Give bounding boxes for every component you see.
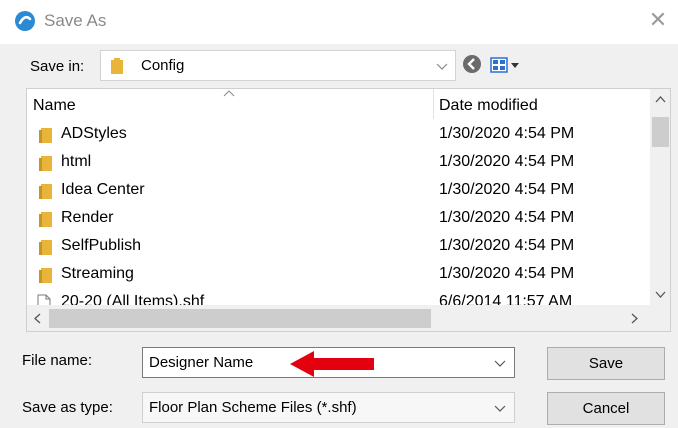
file-date: 1/30/2020 4:54 PM	[439, 237, 575, 254]
list-item[interactable]: Render 1/30/2020 4:54 PM	[27, 204, 647, 232]
file-name: ADStyles	[61, 125, 127, 142]
folder-icon	[39, 212, 52, 227]
file-list[interactable]: Name Date modified ADStyles 1/30/2020 4:…	[26, 88, 671, 332]
folder-icon	[39, 128, 52, 143]
folder-icon	[111, 58, 123, 74]
title-bar: Save As ✕	[0, 0, 678, 44]
list-item[interactable]: Idea Center 1/30/2020 4:54 PM	[27, 176, 647, 204]
chevron-down-icon	[494, 405, 506, 412]
sort-ascending-icon	[223, 90, 235, 97]
folder-icon	[39, 156, 52, 171]
column-separator[interactable]	[433, 89, 434, 119]
vertical-scroll-thumb[interactable]	[652, 117, 669, 147]
file-date: 1/30/2020 4:54 PM	[439, 125, 575, 142]
list-item[interactable]: ADStyles 1/30/2020 4:54 PM	[27, 120, 647, 148]
save-button[interactable]: Save	[547, 347, 665, 380]
column-header-name[interactable]: Name	[33, 97, 76, 115]
file-name-value: Designer Name	[149, 354, 254, 371]
view-menu-icon[interactable]	[490, 56, 526, 74]
scroll-right-icon[interactable]	[631, 313, 639, 324]
file-name-label: File name:	[22, 352, 93, 369]
save-in-dropdown[interactable]: Config	[100, 50, 456, 81]
vertical-scrollbar[interactable]	[650, 89, 670, 305]
column-header-date[interactable]: Date modified	[439, 97, 538, 115]
cancel-button[interactable]: Cancel	[547, 392, 665, 425]
scroll-up-icon[interactable]	[655, 95, 666, 103]
file-date: 1/30/2020 4:54 PM	[439, 153, 575, 170]
folder-icon	[39, 240, 52, 255]
folder-icon	[39, 268, 52, 283]
window-title: Save As	[44, 11, 107, 30]
app-logo-icon	[15, 11, 35, 31]
file-name: Streaming	[61, 265, 134, 282]
save-as-type-dropdown[interactable]: Floor Plan Scheme Files (*.shf)	[142, 392, 515, 423]
file-date: 1/30/2020 4:54 PM	[439, 265, 575, 282]
back-icon[interactable]	[462, 54, 482, 74]
save-as-type-value: Floor Plan Scheme Files (*.shf)	[149, 399, 357, 416]
list-item[interactable]: SelfPublish 1/30/2020 4:54 PM	[27, 232, 647, 260]
save-in-label: Save in:	[30, 58, 85, 75]
list-item[interactable]: Streaming 1/30/2020 4:54 PM	[27, 260, 647, 288]
save-as-type-label: Save as type:	[22, 399, 113, 416]
save-in-value: Config	[141, 57, 185, 74]
red-arrow-annotation	[290, 351, 374, 377]
file-date: 1/30/2020 4:54 PM	[439, 209, 575, 226]
scroll-down-icon[interactable]	[655, 291, 666, 299]
file-date: 1/30/2020 4:54 PM	[439, 181, 575, 198]
list-item[interactable]: html 1/30/2020 4:54 PM	[27, 148, 647, 176]
chevron-down-icon[interactable]	[493, 356, 507, 370]
file-name: SelfPublish	[61, 237, 142, 254]
chevron-down-icon	[436, 63, 448, 70]
scrollbar-corner	[650, 305, 670, 331]
scroll-left-icon[interactable]	[33, 313, 41, 324]
close-icon[interactable]: ✕	[646, 8, 670, 32]
horizontal-scrollbar[interactable]	[27, 305, 650, 331]
file-name: Render	[61, 209, 114, 226]
file-name: Idea Center	[61, 181, 145, 198]
file-name: html	[61, 153, 92, 170]
horizontal-scroll-thumb[interactable]	[49, 309, 431, 328]
folder-icon	[39, 184, 52, 199]
